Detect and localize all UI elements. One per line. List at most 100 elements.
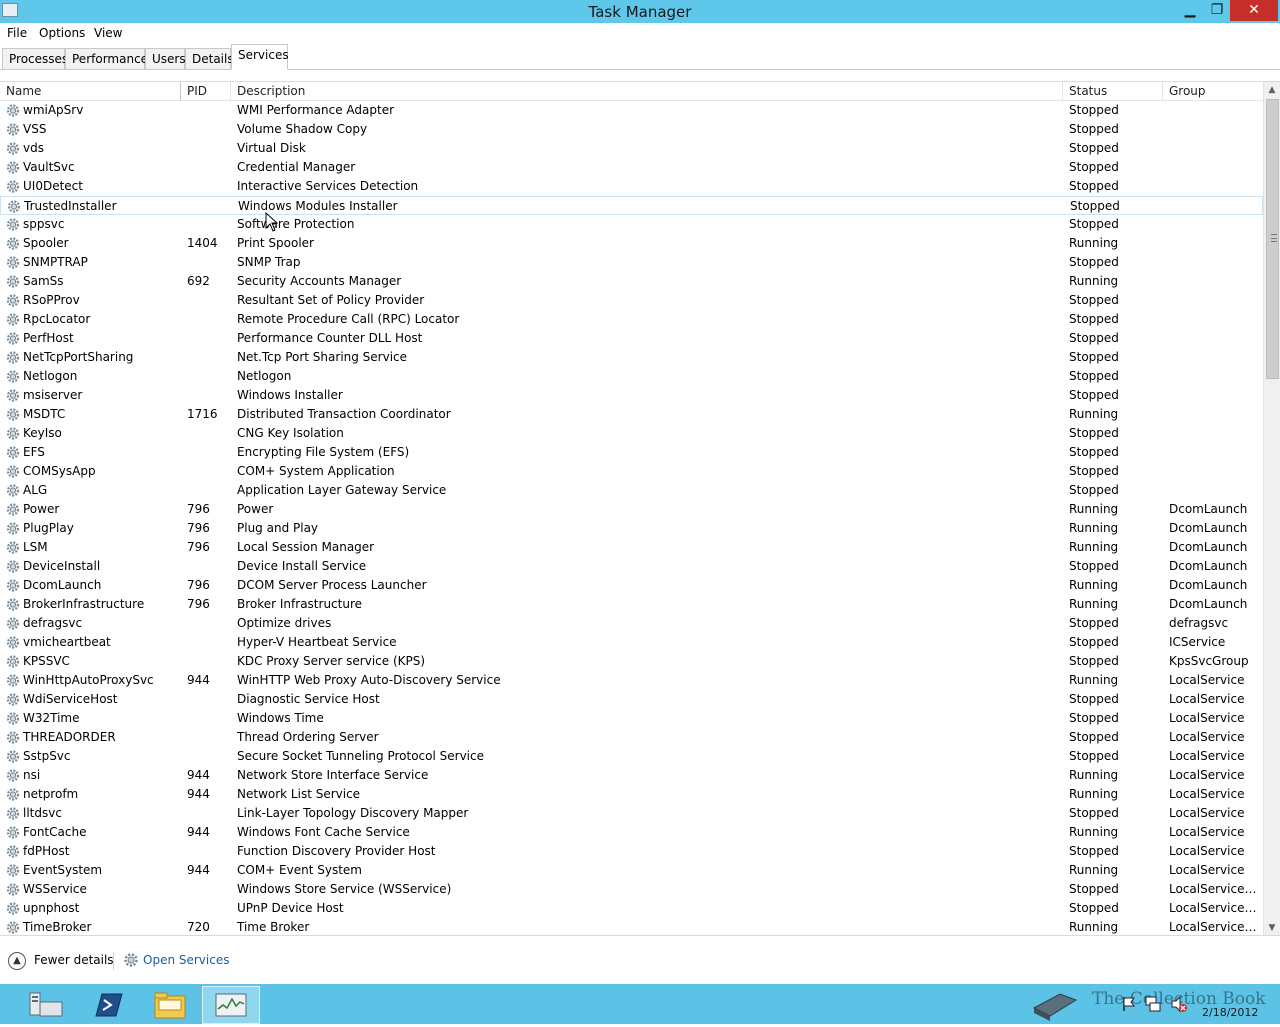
menu-view[interactable]: View bbox=[94, 26, 122, 40]
file-explorer-taskbar-button[interactable] bbox=[140, 986, 198, 1024]
table-row[interactable]: SamSs 692 Security Accounts Manager Running bbox=[0, 272, 1263, 291]
cell-status: Stopped bbox=[1069, 635, 1119, 649]
cell-pid bbox=[187, 690, 227, 709]
table-row[interactable]: FontCache 944 Windows Font Cache Service Ru… bbox=[0, 823, 1263, 842]
tab-services[interactable]: Services bbox=[231, 44, 289, 70]
cell-name: NetTcpPortSharing bbox=[23, 350, 134, 364]
cell-name: Spooler bbox=[23, 236, 69, 250]
table-row[interactable]: VaultSvc Credential Manager Stopped bbox=[0, 158, 1263, 177]
table-row[interactable]: PlugPlay 796 Plug and Play Running DcomLaunc… bbox=[0, 519, 1263, 538]
service-gear-icon bbox=[6, 750, 20, 763]
table-row[interactable]: W32Time Windows Time Stopped LocalService bbox=[0, 709, 1263, 728]
table-row[interactable]: PerfHost Performance Counter DLL Host Stop… bbox=[0, 329, 1263, 348]
scroll-up-arrow-icon[interactable]: ▲ bbox=[1264, 82, 1280, 99]
cell-name: UI0Detect bbox=[23, 179, 83, 193]
column-header-name[interactable]: Name bbox=[0, 82, 181, 101]
speaker-muted-icon[interactable] bbox=[1170, 995, 1188, 1013]
table-row[interactable]: RpcLocator Remote Procedure Call (RPC) Lo… bbox=[0, 310, 1263, 329]
cell-name: DeviceInstall bbox=[23, 559, 101, 573]
table-row[interactable]: KeyIso CNG Key Isolation Stopped bbox=[0, 424, 1263, 443]
cell-pid bbox=[187, 747, 227, 766]
scrollbar-thumb[interactable] bbox=[1266, 99, 1279, 379]
table-row[interactable]: Spooler 1404 Print Spooler Running bbox=[0, 234, 1263, 253]
table-row[interactable]: msiserver Windows Installer Stopped bbox=[0, 386, 1263, 405]
cell-status: Stopped bbox=[1069, 730, 1119, 744]
table-row[interactable]: sppsvc Software Protection Stopped bbox=[0, 215, 1263, 234]
table-row[interactable]: EventSystem 944 COM+ Event System Running Lo… bbox=[0, 861, 1263, 880]
cell-desc: WinHTTP Web Proxy Auto-Discovery Service bbox=[237, 673, 501, 687]
table-row[interactable]: KPSSVC KDC Proxy Server service (KPS) Stop… bbox=[0, 652, 1263, 671]
cell-desc: Windows Store Service (WSService) bbox=[237, 882, 452, 896]
table-row[interactable]: lltdsvc Link-Layer Topology Discovery Map… bbox=[0, 804, 1263, 823]
column-header-description[interactable]: Description bbox=[231, 82, 1063, 101]
table-row[interactable]: RSoPProv Resultant Set of Policy Provider… bbox=[0, 291, 1263, 310]
table-row[interactable]: Power 796 Power Running DcomLaunch bbox=[0, 500, 1263, 519]
maximize-button[interactable]: ❐ bbox=[1204, 0, 1230, 21]
cell-name: WinHttpAutoProxySvc bbox=[23, 673, 154, 687]
menu-file[interactable]: File bbox=[7, 26, 27, 40]
table-row[interactable]: WSService Windows Store Service (WSServic… bbox=[0, 880, 1263, 899]
tab-details[interactable]: Details bbox=[185, 48, 234, 70]
server-manager-taskbar-button[interactable] bbox=[16, 986, 74, 1024]
service-gear-icon bbox=[6, 218, 20, 231]
server-manager-icon bbox=[29, 992, 63, 1017]
table-row[interactable]: TrustedInstaller Windows Modules Installe… bbox=[0, 196, 1263, 215]
task-manager-taskbar-button[interactable] bbox=[202, 986, 260, 1024]
table-row[interactable]: LSM 796 Local Session Manager Running DcomLa… bbox=[0, 538, 1263, 557]
table-row[interactable]: COMSysApp COM+ System Application Stopped bbox=[0, 462, 1263, 481]
table-row[interactable]: DcomLaunch 796 DCOM Server Process Launche… bbox=[0, 576, 1263, 595]
cell-desc: Windows Time bbox=[237, 711, 324, 725]
table-row[interactable]: VSS Volume Shadow Copy Stopped bbox=[0, 120, 1263, 139]
close-button[interactable]: ✕ bbox=[1230, 0, 1278, 21]
table-row[interactable]: vmicheartbeat Hyper-V Heartbeat Service St… bbox=[0, 633, 1263, 652]
powershell-taskbar-button[interactable] bbox=[78, 986, 136, 1024]
column-header-pid[interactable]: PID bbox=[181, 82, 231, 101]
table-row[interactable]: WinHttpAutoProxySvc 944 WinHTTP Web Proxy … bbox=[0, 671, 1263, 690]
minimize-button[interactable]: ▁ bbox=[1176, 0, 1204, 21]
table-row[interactable]: SstpSvc Secure Socket Tunneling Protocol … bbox=[0, 747, 1263, 766]
column-header-status[interactable]: Status bbox=[1063, 82, 1163, 101]
table-row[interactable]: DeviceInstall Device Install Service Stopp… bbox=[0, 557, 1263, 576]
table-row[interactable]: defragsvc Optimize drives Stopped defragsvc bbox=[0, 614, 1263, 633]
cell-name: KPSSVC bbox=[23, 654, 70, 668]
menu-options[interactable]: Options bbox=[39, 26, 85, 40]
task-manager-icon bbox=[215, 993, 247, 1017]
table-row[interactable]: fdPHost Function Discovery Provider Host S… bbox=[0, 842, 1263, 861]
table-row[interactable]: nsi 944 Network Store Interface Service Run… bbox=[0, 766, 1263, 785]
tab-processes[interactable]: Processes bbox=[2, 48, 68, 70]
cell-desc: Windows Modules Installer bbox=[238, 199, 398, 213]
tray-date[interactable]: 2/18/2012 bbox=[1202, 1006, 1258, 1019]
cell-name: wmiApSrv bbox=[23, 103, 84, 117]
table-row[interactable]: THREADORDER Thread Ordering Server Stopped… bbox=[0, 728, 1263, 747]
table-row[interactable]: netprofm 944 Network List Service Running Lo… bbox=[0, 785, 1263, 804]
table-row[interactable]: upnphost UPnP Device Host Stopped LocalServ… bbox=[0, 899, 1263, 918]
flag-icon[interactable] bbox=[1122, 996, 1136, 1012]
table-row[interactable]: Netlogon Netlogon Stopped bbox=[0, 367, 1263, 386]
table-row[interactable]: vds Virtual Disk Stopped bbox=[0, 139, 1263, 158]
cell-name: PlugPlay bbox=[23, 521, 74, 535]
vertical-scrollbar[interactable]: ▲ ▼ bbox=[1263, 82, 1280, 935]
cell-desc: Windows Font Cache Service bbox=[237, 825, 410, 839]
table-row[interactable]: SNMPTRAP SNMP Trap Stopped bbox=[0, 253, 1263, 272]
table-row[interactable]: wmiApSrv WMI Performance Adapter Stopped bbox=[0, 101, 1263, 120]
table-row[interactable]: UI0Detect Interactive Services Detection S… bbox=[0, 177, 1263, 196]
cell-name: netprofm bbox=[23, 787, 79, 801]
table-row[interactable]: WdiServiceHost Diagnostic Service Host Sto… bbox=[0, 690, 1263, 709]
cell-desc: Virtual Disk bbox=[237, 141, 306, 155]
table-row[interactable]: ALG Application Layer Gateway Service Stop… bbox=[0, 481, 1263, 500]
table-row[interactable]: EFS Encrypting File System (EFS) Stopped bbox=[0, 443, 1263, 462]
cell-desc: KDC Proxy Server service (KPS) bbox=[237, 654, 426, 668]
tab-users[interactable]: Users bbox=[145, 48, 186, 70]
table-row[interactable]: MSDTC 1716 Distributed Transaction Coordin… bbox=[0, 405, 1263, 424]
table-row[interactable]: TimeBroker 720 Time Broker Running LocalServ… bbox=[0, 918, 1263, 935]
tab-performance[interactable]: Performance bbox=[65, 48, 148, 70]
service-gear-icon bbox=[6, 313, 20, 326]
cell-desc: CNG Key Isolation bbox=[237, 426, 344, 440]
scroll-down-arrow-icon[interactable]: ▼ bbox=[1264, 920, 1280, 935]
services-gear-icon bbox=[124, 953, 138, 967]
table-row[interactable]: BrokerInfrastructure 796 Broker Infrastruc… bbox=[0, 595, 1263, 614]
table-row[interactable]: NetTcpPortSharing Net.Tcp Port Sharing Se… bbox=[0, 348, 1263, 367]
cell-status: Stopped bbox=[1069, 844, 1119, 858]
column-header-group[interactable]: Group bbox=[1163, 82, 1263, 101]
network-icon[interactable] bbox=[1144, 995, 1162, 1013]
